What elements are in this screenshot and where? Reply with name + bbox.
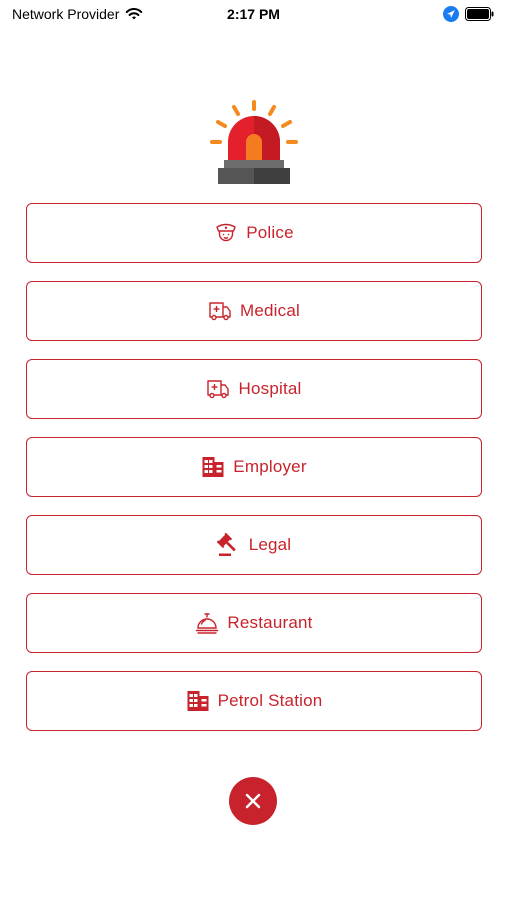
petrol-station-label: Petrol Station bbox=[217, 691, 323, 710]
police-label: Police bbox=[246, 223, 294, 242]
petrol-station-button[interactable]: Petrol Station bbox=[26, 671, 482, 731]
siren-icon bbox=[209, 100, 298, 184]
ambulance-icon bbox=[209, 302, 231, 321]
service-bell-icon bbox=[196, 613, 219, 634]
medical-button[interactable]: Medical bbox=[26, 281, 482, 341]
status-bar: Network Provider 2:17 PM bbox=[0, 0, 507, 28]
restaurant-label: Restaurant bbox=[227, 613, 313, 632]
wifi-icon bbox=[126, 8, 143, 20]
battery-icon bbox=[465, 7, 494, 21]
ambulance-icon bbox=[207, 380, 230, 399]
medical-label: Medical bbox=[240, 301, 300, 320]
building-icon bbox=[187, 691, 209, 711]
gavel-icon bbox=[216, 533, 236, 556]
status-right bbox=[443, 6, 495, 22]
police-button[interactable]: Police bbox=[26, 203, 482, 263]
location-arrow-icon bbox=[443, 6, 459, 22]
police-officer-icon bbox=[216, 223, 236, 242]
close-button[interactable] bbox=[229, 777, 277, 825]
close-icon bbox=[245, 793, 261, 809]
employer-button[interactable]: Employer bbox=[26, 437, 482, 497]
hospital-button[interactable]: Hospital bbox=[26, 359, 482, 419]
status-time: 2:17 PM bbox=[227, 6, 280, 22]
employer-label: Employer bbox=[233, 457, 307, 476]
carrier-name: Network Provider bbox=[12, 6, 120, 22]
status-left: Network Provider bbox=[12, 6, 143, 22]
legal-label: Legal bbox=[248, 535, 292, 554]
restaurant-button[interactable]: Restaurant bbox=[26, 593, 482, 653]
hospital-label: Hospital bbox=[238, 379, 302, 398]
contact-button-list: Police Medical Hospital Employer Legal R… bbox=[26, 203, 482, 749]
building-icon bbox=[202, 457, 224, 477]
legal-button[interactable]: Legal bbox=[26, 515, 482, 575]
